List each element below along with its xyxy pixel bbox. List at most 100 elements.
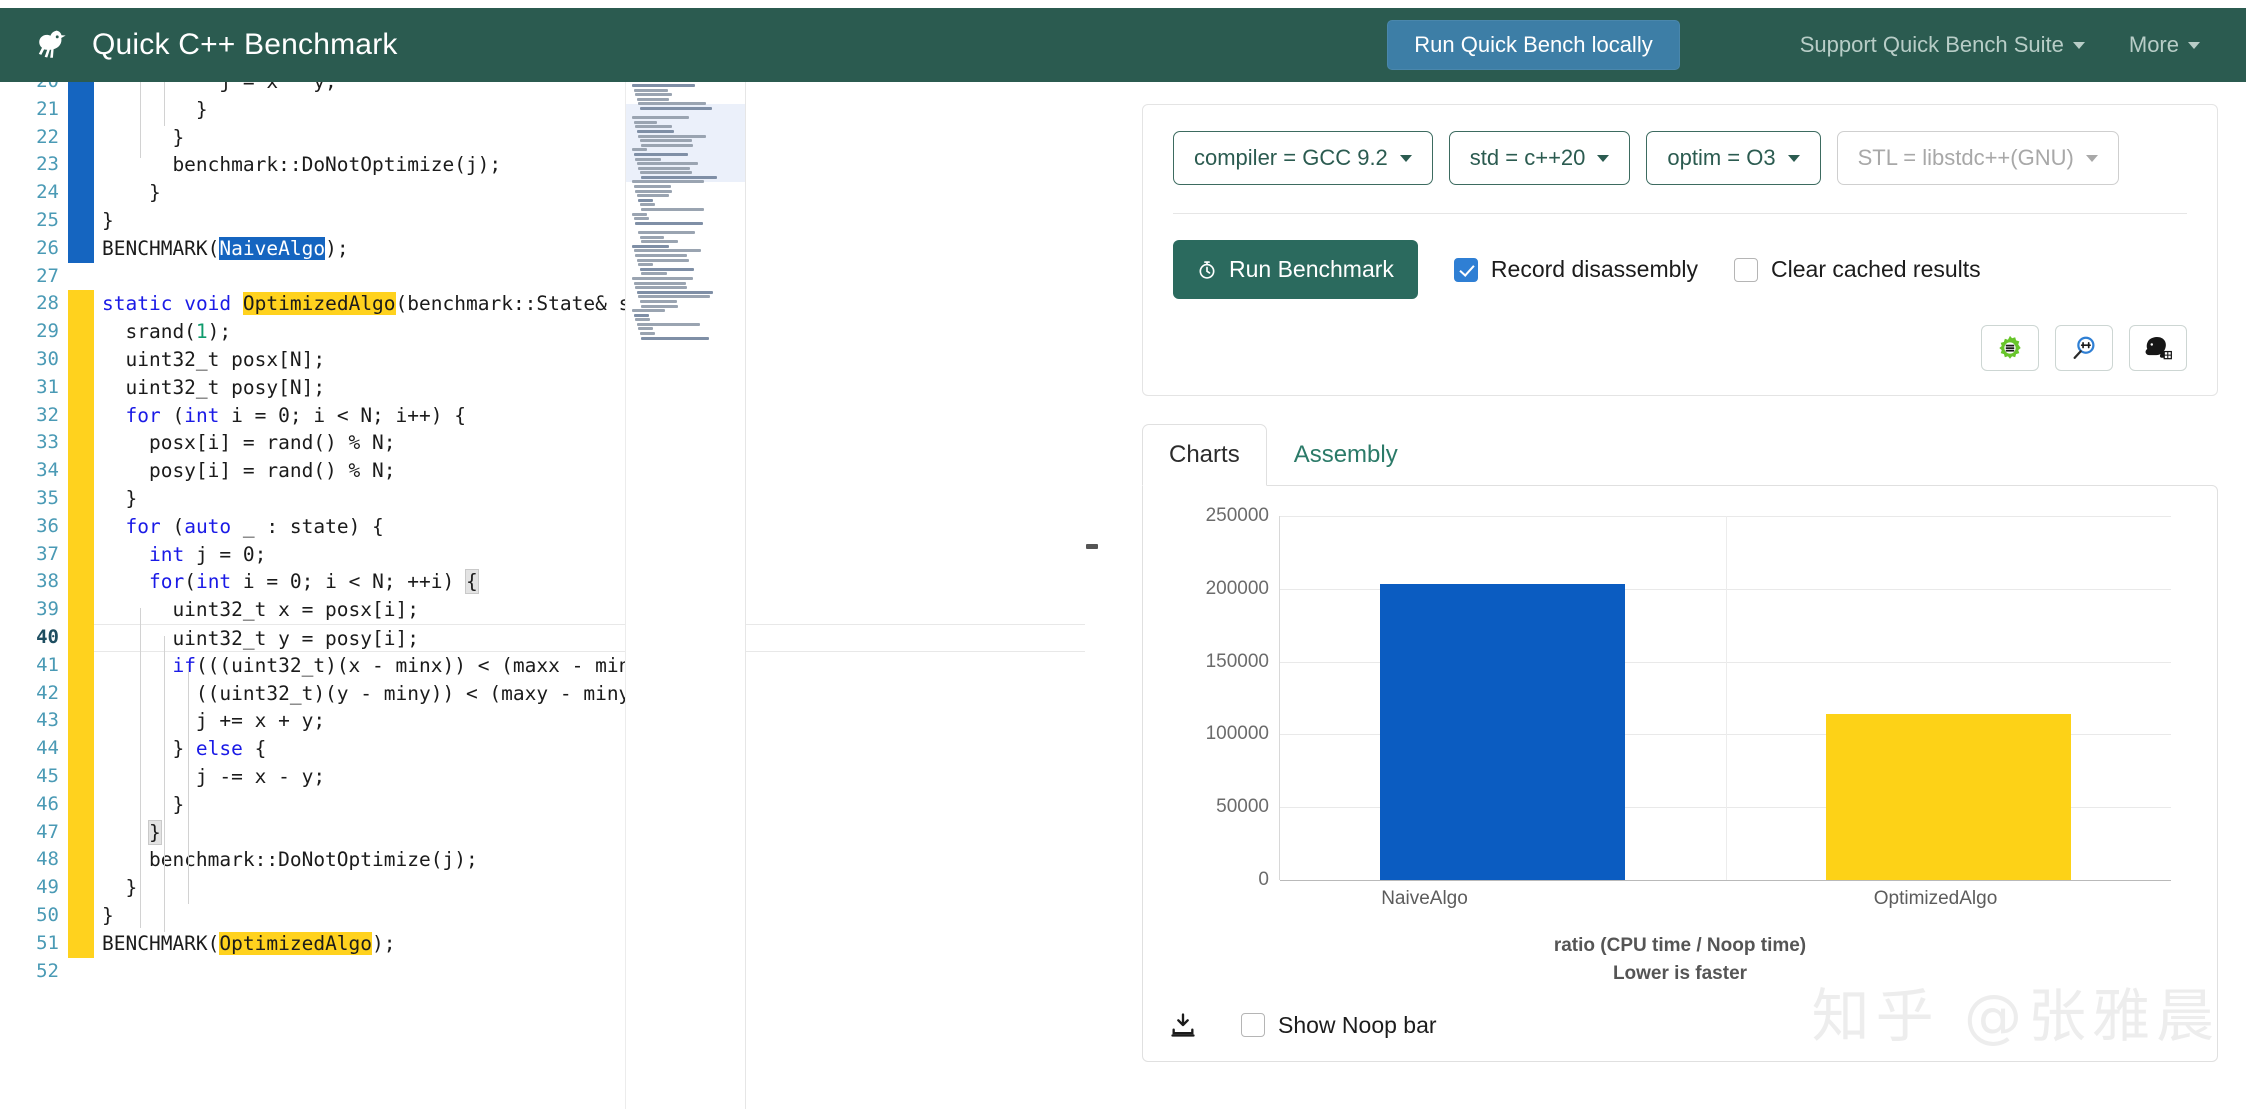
code-text[interactable]: int j = 0; [94, 541, 1090, 569]
code-text[interactable]: uint32_t posy[N]; [94, 374, 1090, 402]
line-number: 52 [0, 957, 68, 986]
code-line[interactable]: 29 srand(1); [0, 318, 1090, 346]
compiler-select[interactable]: compiler = GCC 9.2 [1173, 131, 1433, 185]
run-quick-bench-locally-button[interactable]: Run Quick Bench locally [1387, 20, 1680, 70]
code-text[interactable]: srand(1); [94, 318, 1090, 346]
code-text[interactable]: BENCHMARK(OptimizedAlgo); [94, 930, 1090, 958]
code-text[interactable]: if(((uint32_t)(x - minx)) < (maxx - minx… [94, 652, 1090, 680]
brand[interactable]: Quick C++ Benchmark [28, 22, 398, 68]
pane-splitter[interactable] [1085, 82, 1099, 1109]
code-line[interactable]: 28 static void OptimizedAlgo(benchmark::S… [0, 290, 1090, 319]
line-number: 42 [0, 679, 68, 708]
stl-select[interactable]: STL = libstdc++(GNU) [1836, 131, 2119, 185]
code-text[interactable]: posx[i] = rand() % N; [94, 429, 1090, 457]
code-text[interactable]: benchmark::DoNotOptimize(j); [94, 846, 1090, 874]
code-text[interactable]: j -= x - y; [94, 763, 1090, 791]
code-line[interactable]: 26 BENCHMARK(NaiveAlgo); [0, 234, 1090, 263]
indent-guide [164, 636, 165, 932]
code-text[interactable]: for(int i = 0; i < N; ++i) { [94, 568, 1090, 596]
minimap-line [636, 129, 674, 133]
nav-item-label: More [2128, 32, 2179, 57]
code-line[interactable]: 39 uint32_t x = posx[i]; [0, 596, 1090, 624]
code-line[interactable]: 33 posx[i] = rand() % N; [0, 429, 1090, 458]
code-text[interactable]: } [94, 485, 1090, 513]
tab-charts[interactable]: Charts [1142, 424, 1267, 486]
minimap-line [636, 290, 713, 294]
code-text[interactable]: j += x + y; [94, 707, 1090, 735]
code-text[interactable]: } [94, 902, 1090, 930]
chart-bar[interactable] [1380, 584, 1626, 880]
line-number: 49 [0, 874, 68, 902]
minimap-line [633, 249, 702, 253]
compiler-explorer-button[interactable] [1981, 325, 2039, 371]
code-line[interactable]: 34 posy[i] = rand() % N; [0, 457, 1090, 485]
code-line[interactable]: 52 [0, 957, 1090, 986]
code-text[interactable]: } [94, 791, 1090, 819]
code-text[interactable] [94, 263, 1090, 291]
code-text[interactable]: static void OptimizedAlgo(benchmark::Sta… [94, 290, 1090, 318]
line-number: 34 [0, 457, 68, 485]
std-select[interactable]: std = c++20 [1448, 131, 1631, 185]
code-line[interactable]: 27 [0, 262, 1090, 291]
minimap-line [638, 166, 691, 170]
code-text[interactable]: posy[i] = rand() % N; [94, 457, 1090, 485]
code-text[interactable]: uint32_t y = posy[i]; [94, 623, 1090, 652]
code-line[interactable]: 30 uint32_t posx[N]; [0, 345, 1090, 374]
results-pane: compiler = GCC 9.2 std = c++20 optim = O… [1102, 82, 2246, 1109]
code-text[interactable]: benchmark::DoNotOptimize(j); [94, 151, 1090, 179]
checkbox-box[interactable] [1453, 257, 1478, 282]
checkbox-box[interactable] [1734, 257, 1759, 282]
beaver-button[interactable] [2129, 325, 2187, 371]
code-line[interactable]: 25} [0, 206, 1090, 235]
code-text[interactable]: } [94, 96, 1090, 124]
code-line[interactable]: 24 } [0, 179, 1090, 207]
code-text[interactable]: } [94, 179, 1090, 207]
code-line[interactable]: 35 } [0, 484, 1090, 513]
tab-assembly[interactable]: Assembly [1267, 424, 1425, 486]
code-line[interactable]: 36 for (auto _ : state) { [0, 512, 1090, 541]
code-line[interactable]: 23 benchmark::DoNotOptimize(j); [0, 151, 1090, 180]
chart-bar[interactable] [1825, 714, 2071, 880]
code-line[interactable]: 37 int j = 0; [0, 540, 1090, 569]
nav-item-support-quick-bench-suite[interactable]: Support Quick Bench Suite [1800, 32, 2085, 58]
charts-panel: 0 50000 100000 150000 200000 250000 NaiveAlgo… [1142, 485, 2218, 1063]
code-text[interactable]: ((uint32_t)(y - miny)) < (maxy - miny)) … [94, 680, 1090, 708]
code-minimap[interactable] [625, 82, 745, 1109]
code-editor-scroll[interactable]: 20 j = x y;21 }22 }23 benchmark::DoNotOp… [0, 82, 1090, 1109]
code-text[interactable]: j = x y; [94, 82, 1090, 96]
benchmark-bar-chart[interactable]: 0 50000 100000 150000 200000 250000 NaiveAlgo… [1169, 505, 2191, 930]
code-line[interactable]: 22 } [0, 123, 1090, 152]
benchmark-marker-yellow [68, 790, 94, 819]
chart-y-tick-label: 0 [1258, 869, 1269, 890]
code-text[interactable]: for (auto _ : state) { [94, 513, 1090, 541]
code-text[interactable]: } else { [94, 735, 1090, 763]
code-editor-pane[interactable]: 20 j = x y;21 }22 }23 benchmark::DoNotOp… [0, 82, 1091, 1109]
minimap-line [641, 272, 668, 276]
splitter-grip[interactable] [1086, 544, 1098, 549]
code-text[interactable]: for (int i = 0; i < N; i++) { [94, 402, 1090, 430]
code-text[interactable]: } [94, 124, 1090, 152]
code-line[interactable]: 38 for(int i = 0; i < N; ++i) { [0, 568, 1090, 597]
show-noop-bar-checkbox[interactable]: Show Noop bar [1241, 1012, 1437, 1039]
code-line[interactable]: 32 for (int i = 0; i < N; i++) { [0, 401, 1090, 430]
code-line[interactable]: 31 uint32_t posy[N]; [0, 373, 1090, 402]
benchmark-marker-yellow [68, 846, 94, 875]
build-bench-button[interactable] [2055, 325, 2113, 371]
code-line[interactable]: 51 BENCHMARK(OptimizedAlgo); [0, 929, 1090, 958]
code-text[interactable] [94, 958, 1090, 986]
nav-item-more[interactable]: More [2129, 32, 2200, 58]
code-text[interactable]: } [94, 874, 1090, 902]
code-text[interactable]: } [94, 207, 1090, 235]
code-text[interactable]: uint32_t posx[N]; [94, 346, 1090, 374]
run-benchmark-button[interactable]: Run Benchmark [1173, 240, 1418, 299]
code-text[interactable]: uint32_t x = posx[i]; [94, 596, 1090, 624]
line-number: 29 [0, 318, 68, 346]
checkbox-box[interactable] [1241, 1013, 1265, 1038]
optim-select[interactable]: optim = O3 [1646, 131, 1821, 185]
download-icon[interactable] [1169, 1011, 1197, 1039]
code-text[interactable]: } [94, 819, 1090, 847]
code-text[interactable]: BENCHMARK(NaiveAlgo); [94, 235, 1090, 263]
record-disassembly-checkbox[interactable]: Record disassembly [1453, 256, 1698, 283]
stopwatch-icon [1199, 260, 1215, 279]
clear-cached-results-checkbox[interactable]: Clear cached results [1734, 256, 1981, 283]
